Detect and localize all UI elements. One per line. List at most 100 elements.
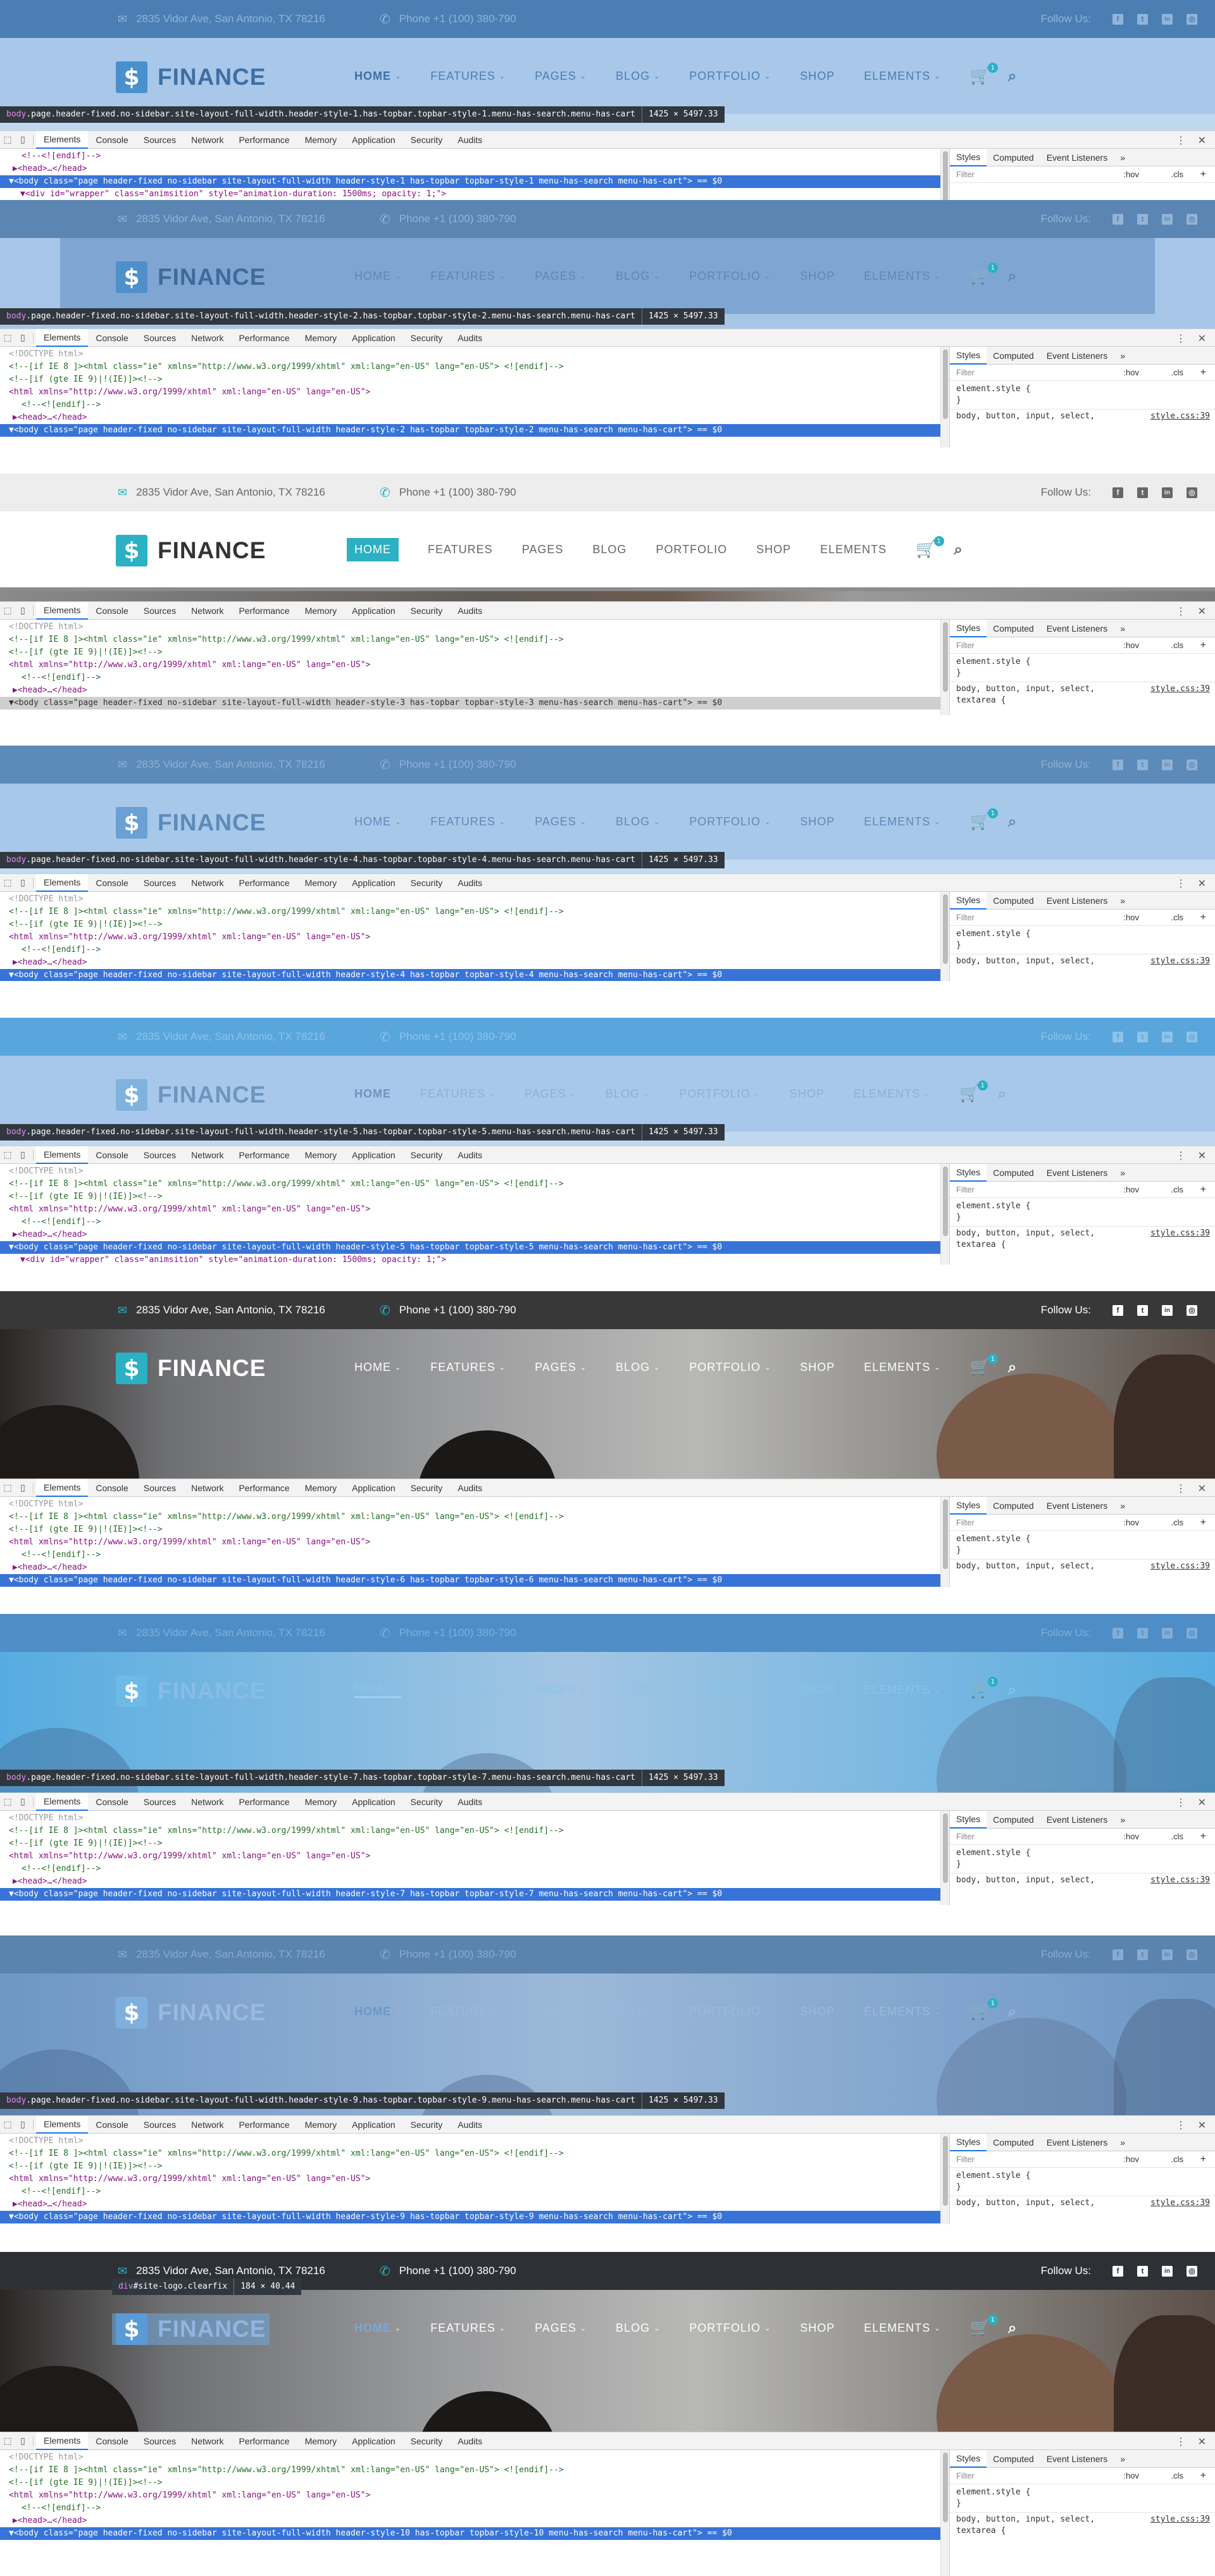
facebook-icon[interactable]: f — [1112, 1304, 1123, 1316]
more-tabs-icon[interactable]: » — [1114, 1811, 1131, 1829]
twitter-icon[interactable]: t — [1137, 2265, 1148, 2277]
element-style-rule[interactable]: element.style {} — [950, 2168, 1215, 2196]
devtools-tab-security[interactable]: Security — [403, 874, 451, 892]
devtools-tab-performance[interactable]: Performance — [231, 2116, 297, 2134]
dom-tree-line[interactable]: <!--<![endif]--> — [0, 1216, 940, 1229]
cart-icon[interactable]: 🛒 1 — [959, 1080, 988, 1103]
dom-tree-line[interactable]: <!--<![endif]--> — [0, 399, 940, 411]
nav-item-portfolio[interactable]: PORTFOLIO ⌄ — [689, 1684, 771, 1697]
devtools-tab-console[interactable]: Console — [88, 2116, 135, 2134]
dom-tree-line[interactable]: ▼<div id="wrapper" class="animsition" st… — [0, 188, 940, 200]
devtools-tab-application[interactable]: Application — [344, 602, 403, 620]
styles-tab-computed[interactable]: Computed — [987, 1811, 1040, 1829]
nav-item-portfolio[interactable]: PORTFOLIO ⌄ — [679, 1087, 761, 1101]
search-icon[interactable]: ⌕ — [1008, 813, 1016, 830]
devtools-tab-application[interactable]: Application — [344, 131, 403, 149]
hov-toggle[interactable]: :hov — [1123, 170, 1139, 179]
dom-tree-line[interactable]: <!DOCTYPE html> — [0, 1498, 940, 1511]
close-icon[interactable]: ✕ — [1198, 1482, 1206, 1495]
dom-tree-line[interactable]: <!--<![endif]--> — [0, 2185, 940, 2198]
site-logo[interactable]: $ FINANCE — [116, 1675, 266, 1707]
scrollbar-thumb[interactable] — [943, 151, 948, 200]
facebook-icon[interactable]: f — [1112, 1031, 1123, 1042]
rule-source-link[interactable]: style.css:39 — [1150, 1875, 1210, 1886]
dom-tree-line[interactable]: ▼<body class="page header-fixed no-sideb… — [0, 175, 940, 188]
nav-item-home[interactable]: HOME ⌄ — [354, 815, 401, 828]
devtools-tab-network[interactable]: Network — [184, 2432, 231, 2450]
elements-scrollbar[interactable] — [940, 1811, 949, 1905]
filter-input[interactable]: Filter — [956, 1832, 975, 1841]
nav-item-shop[interactable]: SHOP — [800, 2005, 835, 2018]
more-options-icon[interactable]: ⋮ — [1176, 332, 1186, 345]
dom-tree-line[interactable]: <html xmlns="http://www.w3.org/1999/xhtm… — [0, 386, 940, 399]
linkedin-icon[interactable]: in — [1162, 1627, 1173, 1639]
cls-toggle[interactable]: .cls — [1171, 170, 1184, 179]
devtools-tab-application[interactable]: Application — [344, 329, 403, 347]
dom-tree-line[interactable]: <!--<![endif]--> — [0, 2502, 940, 2515]
devtools-tab-sources[interactable]: Sources — [136, 1793, 184, 1811]
nav-item-pages[interactable]: PAGES ⌄ — [535, 70, 587, 83]
devtools-tab-elements[interactable]: Elements — [36, 874, 89, 892]
elements-scrollbar[interactable] — [940, 892, 949, 981]
filter-input[interactable]: Filter — [956, 2471, 975, 2480]
devtools-tab-application[interactable]: Application — [344, 1793, 403, 1811]
dom-tree-line[interactable]: <!--<![endif]--> — [0, 1549, 940, 1561]
nav-item-portfolio[interactable]: PORTFOLIO ⌄ — [689, 70, 771, 83]
devtools-tab-console[interactable]: Console — [88, 1793, 135, 1811]
devtools-tab-elements[interactable]: Elements — [36, 2116, 89, 2134]
dom-tree-line[interactable]: <!--[if (gte IE 9)|!(IE)]><!--> — [0, 918, 940, 931]
css-rule[interactable]: body, button, input, select, style.css:39 — [950, 409, 1215, 423]
instagram-icon[interactable]: ◎ — [1187, 487, 1197, 498]
close-icon[interactable]: ✕ — [1198, 877, 1206, 890]
linkedin-icon[interactable]: in — [1162, 2265, 1173, 2277]
css-rule[interactable]: body, button, input, select, style.css:39 — [950, 2196, 1215, 2210]
nav-item-blog[interactable]: BLOG ⌄ — [606, 1087, 650, 1101]
styles-tab-styles[interactable]: Styles — [950, 1810, 987, 1829]
close-icon[interactable]: ✕ — [1198, 332, 1206, 345]
nav-item-features[interactable]: FEATURES ⌄ — [430, 815, 506, 828]
cls-toggle[interactable]: .cls — [1171, 2471, 1184, 2480]
scrollbar-thumb[interactable] — [943, 2136, 948, 2206]
devtools-tab-console[interactable]: Console — [88, 329, 135, 347]
close-icon[interactable]: ✕ — [1198, 605, 1206, 618]
dom-tree-line[interactable]: <!--[if IE 8 ]><html class="ie" xmlns="h… — [0, 2148, 940, 2160]
site-logo[interactable]: $ FINANCE — [116, 1079, 266, 1111]
rule-source-link[interactable]: style.css:39 — [1150, 684, 1210, 695]
more-options-icon[interactable]: ⋮ — [1176, 2435, 1186, 2448]
dom-tree-line[interactable]: <!--[if IE 8 ]><html class="ie" xmlns="h… — [0, 361, 940, 373]
facebook-icon[interactable]: f — [1112, 13, 1123, 25]
dom-tree-line[interactable]: <html xmlns="http://www.w3.org/1999/xhtm… — [0, 2489, 940, 2502]
element-style-rule[interactable]: element.style {} — [950, 926, 1215, 954]
device-toolbar-icon[interactable]: ▯ — [15, 1479, 30, 1497]
dom-tree-line[interactable]: <html xmlns="http://www.w3.org/1999/xhtm… — [0, 1536, 940, 1549]
styles-tab-computed[interactable]: Computed — [987, 1164, 1040, 1182]
new-rule-button[interactable]: + — [1200, 1517, 1206, 1529]
devtools-tab-console[interactable]: Console — [88, 1146, 135, 1164]
elements-scrollbar[interactable] — [940, 347, 949, 447]
styles-tab-styles[interactable]: Styles — [950, 1163, 987, 1182]
devtools-tab-network[interactable]: Network — [184, 1479, 231, 1497]
devtools-tab-memory[interactable]: Memory — [297, 131, 345, 149]
nav-item-pages[interactable]: PAGES ⌄ — [535, 1361, 587, 1374]
devtools-tab-security[interactable]: Security — [403, 2116, 451, 2134]
styles-tab-computed[interactable]: Computed — [987, 892, 1040, 910]
more-tabs-icon[interactable]: » — [1114, 892, 1131, 910]
nav-item-features[interactable]: FEATURES — [428, 543, 493, 556]
dom-tree-line[interactable]: <!--[if (gte IE 9)|!(IE)]><!--> — [0, 646, 940, 659]
dom-tree-line[interactable]: ▶<head>…</head> — [0, 1229, 940, 1241]
scrollbar-thumb[interactable] — [943, 1499, 948, 1569]
instagram-icon[interactable]: ◎ — [1187, 759, 1197, 770]
devtools-tab-audits[interactable]: Audits — [450, 1793, 490, 1811]
dom-tree-line[interactable]: ▶<head>…</head> — [0, 2198, 940, 2211]
nav-item-features[interactable]: FEATURES ⌄ — [430, 2005, 506, 2018]
devtools-tab-elements[interactable]: Elements — [36, 131, 89, 149]
css-rule[interactable]: body, button, input, select, style.css:39… — [950, 682, 1215, 708]
dom-tree-line[interactable]: ▶<head>…</head> — [0, 411, 940, 424]
linkedin-icon[interactable]: in — [1162, 1304, 1173, 1316]
devtools-tab-performance[interactable]: Performance — [231, 329, 297, 347]
twitter-icon[interactable]: t — [1137, 759, 1148, 770]
rule-source-link[interactable]: style.css:39 — [1150, 1561, 1210, 1572]
scrollbar-thumb[interactable] — [943, 622, 948, 692]
twitter-icon[interactable]: t — [1137, 1304, 1148, 1316]
nav-item-shop[interactable]: SHOP — [756, 543, 791, 556]
